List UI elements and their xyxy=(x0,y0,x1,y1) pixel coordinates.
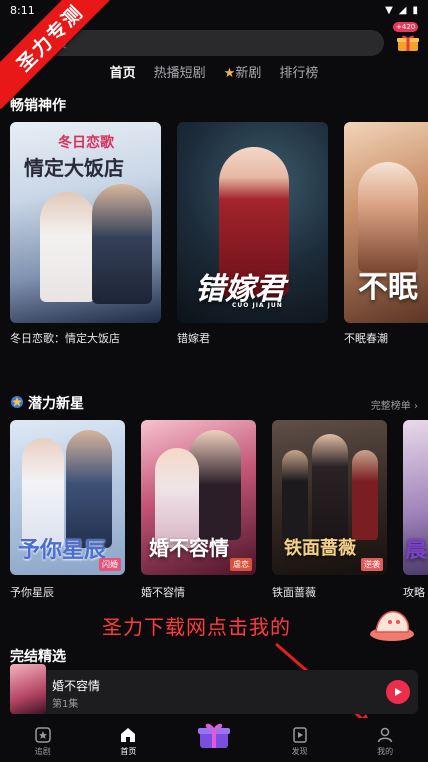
nav-discover[interactable]: 发现 xyxy=(270,726,330,757)
drama-card-wrong-marriage[interactable]: 错嫁君 CUO JIA JUN xyxy=(177,122,328,323)
poster-figure-left xyxy=(282,450,308,540)
nav-home[interactable]: 首页 xyxy=(98,726,158,757)
poster-figure-right xyxy=(66,430,112,548)
poster-title: 情定大饭店 xyxy=(24,156,124,180)
drama-title[interactable]: 攻略 xyxy=(403,584,425,600)
drama-card-iron-rose[interactable]: 铁面蔷薇 逆袭 xyxy=(272,420,387,575)
discover-icon xyxy=(292,727,307,743)
section-title-rising: 潜力新星 xyxy=(28,396,84,412)
genre-tag: 闪婚 xyxy=(99,558,121,571)
bottom-nav: 追剧 首页 发现 我的 xyxy=(0,718,428,762)
drama-card-star-for-you[interactable]: 予你星辰 闪婚 xyxy=(10,420,125,575)
nav-favorites[interactable]: 追剧 xyxy=(13,726,73,757)
gift-badge: +420 xyxy=(393,22,419,32)
full-ranking-link[interactable]: 完整榜单 › xyxy=(371,397,418,412)
home-icon xyxy=(121,728,136,742)
poster-figure-right xyxy=(352,450,378,540)
poster-title: 不眠 xyxy=(358,270,418,305)
nav-profile[interactable]: 我的 xyxy=(355,726,415,757)
drama-title[interactable]: 婚不容情 xyxy=(141,584,185,600)
profile-icon xyxy=(377,727,393,743)
genre-tag: 逆袭 xyxy=(361,558,383,571)
wifi-icon: ▼ xyxy=(385,4,393,16)
rising-star-icon xyxy=(11,396,23,408)
drama-card-partial[interactable]: 晨 xyxy=(403,420,428,575)
drama-title[interactable]: 冬日恋歌：情定大饭店 xyxy=(10,330,120,346)
drama-title[interactable]: 予你星辰 xyxy=(10,584,54,600)
gift-box-icon xyxy=(197,723,230,748)
nav-label: 追剧 xyxy=(34,747,51,756)
status-time: 8:11 xyxy=(10,3,35,17)
poster-figure-right xyxy=(92,184,152,304)
gift-icon xyxy=(397,35,419,51)
nav-label: 首页 xyxy=(120,747,137,756)
drama-card-winter-love[interactable]: 冬日恋歌 情定大饭店 xyxy=(10,122,161,323)
signal-icon: ◢ xyxy=(398,4,407,16)
tab-home[interactable]: 首页 xyxy=(110,62,136,81)
nav-label: 发现 xyxy=(291,747,308,756)
nav-label: 我的 xyxy=(377,747,394,756)
drama-title[interactable]: 错嫁君 xyxy=(177,330,210,346)
poster-figure xyxy=(358,162,418,272)
poster-figure-left xyxy=(40,192,95,302)
drama-title[interactable]: 铁面蔷薇 xyxy=(272,584,316,600)
chevron-right-icon: › xyxy=(410,401,418,412)
poster-title: 婚不容情 xyxy=(149,536,229,560)
full-ranking-label: 完整榜单 xyxy=(370,401,411,412)
poster-title-small: 冬日恋歌 xyxy=(58,135,114,151)
battery-icon: ▮ xyxy=(412,4,418,16)
search-input[interactable]: 搜 xyxy=(40,30,384,56)
section-title-bestsellers: 畅销神作 xyxy=(10,98,66,114)
genre-tag: 虐恋 xyxy=(230,558,252,571)
poster-title: 晨 xyxy=(405,538,428,563)
drama-card-no-room-for-love[interactable]: 婚不容情 虐恋 xyxy=(141,420,256,575)
drama-title[interactable]: 不眠春潮 xyxy=(344,330,388,346)
poster-title: 予你星辰 xyxy=(18,538,107,563)
tab-ranking[interactable]: 排行榜 xyxy=(279,62,318,81)
mini-player-episode: 第1集 xyxy=(52,699,79,710)
status-icons: ▼ ◢ ▮ xyxy=(385,5,418,16)
mini-player[interactable]: 婚不容情 第1集 xyxy=(10,664,418,714)
promo-text[interactable]: 圣力下载网点击我的 xyxy=(102,611,291,640)
mini-player-title: 婚不容情 xyxy=(52,679,101,693)
poster-title: 铁面蔷薇 xyxy=(284,538,356,559)
promo-logo-icon xyxy=(370,610,414,641)
play-icon xyxy=(395,688,402,696)
star-icon: ★ xyxy=(223,66,236,81)
tab-new[interactable]: ★新剧 xyxy=(224,62,262,81)
top-tabs: 首页 热播短剧 ★新剧 排行榜 xyxy=(0,62,428,81)
gift-button[interactable]: +420 xyxy=(393,22,423,56)
nav-gift-box[interactable] xyxy=(184,723,244,750)
poster-subtitle: CUO JIA JUN xyxy=(232,302,283,309)
drama-card-sleepless-tide[interactable]: 不眠 xyxy=(344,122,428,323)
poster-figure-center xyxy=(312,434,348,544)
play-button[interactable] xyxy=(386,680,410,704)
favorites-icon xyxy=(35,727,51,743)
section-title-finished: 完结精选 xyxy=(10,649,66,665)
tab-new-label: 新剧 xyxy=(235,66,262,81)
tab-hot-shorts[interactable]: 热播短剧 xyxy=(154,62,206,81)
mini-player-thumbnail xyxy=(10,664,46,714)
